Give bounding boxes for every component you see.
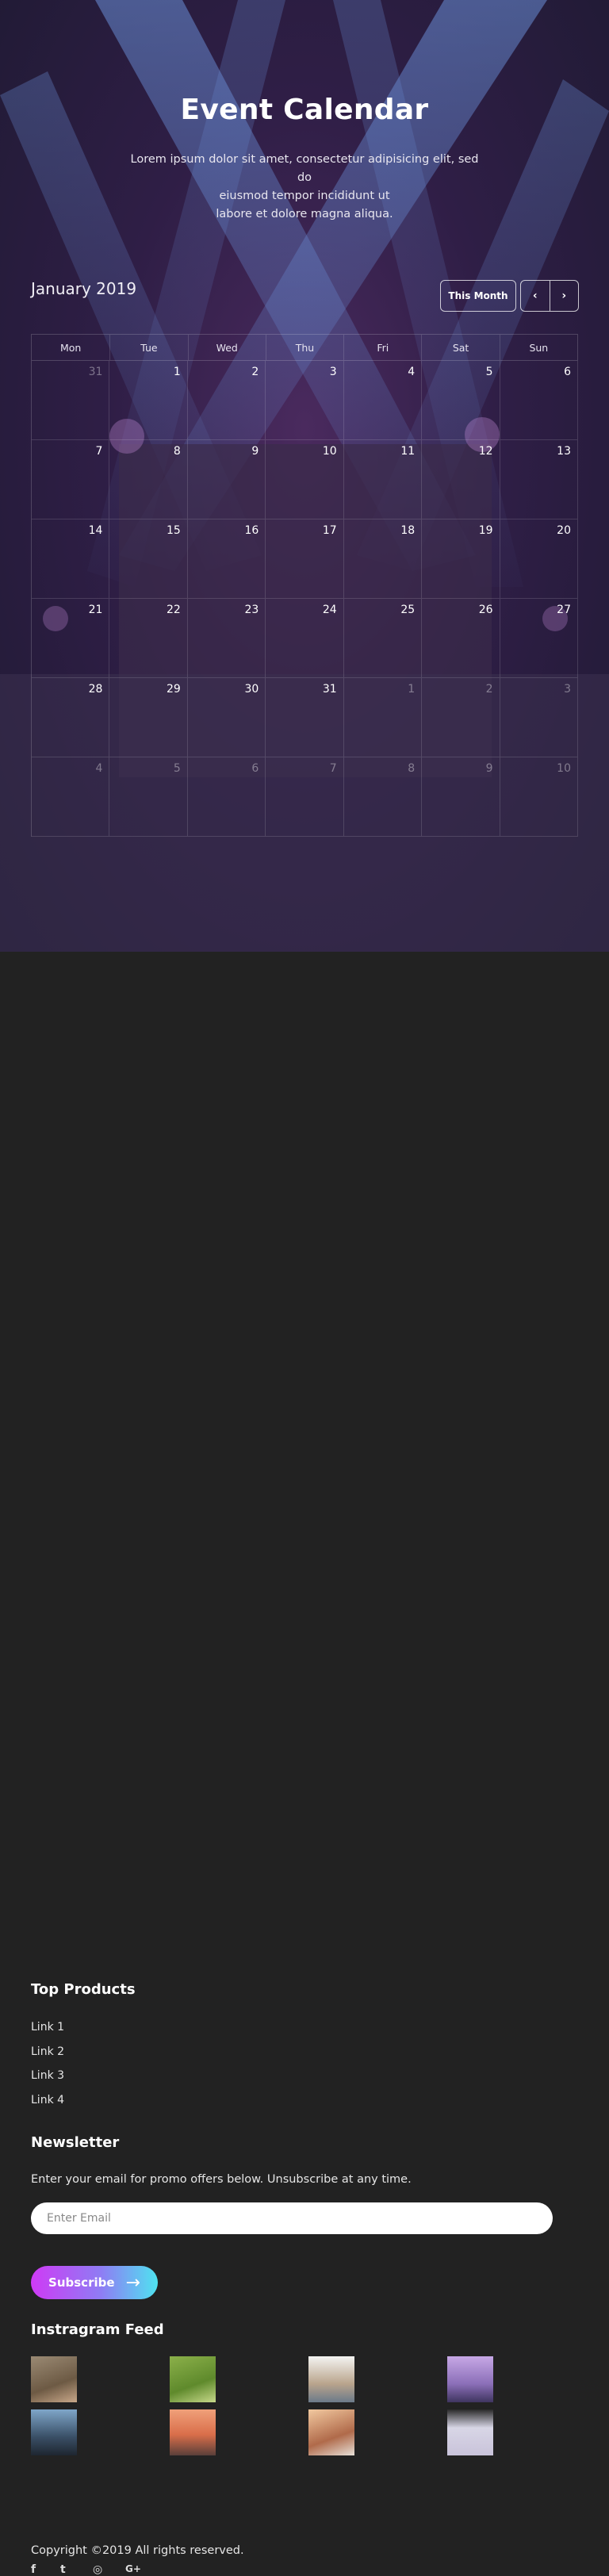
hero-description-line: eiusmod tempor incididunt ut	[219, 190, 390, 202]
copyright-text: Copyright ©2019 All rights reserved.	[31, 2544, 244, 2557]
calendar-day-cell[interactable]: 21	[32, 599, 110, 678]
calendar-day-cell[interactable]: 23	[187, 599, 266, 678]
calendar-grid: Mon Tue Wed Thu Fri Sat Sun 31 1 2 3 4 5 6 7 8 9 1…	[31, 334, 578, 837]
calendar-day-cell[interactable]: 16	[187, 519, 266, 599]
instagram-photo[interactable]	[170, 2356, 216, 2402]
calendar-day-cell[interactable]: 9	[187, 440, 266, 519]
instagram-photo[interactable]	[447, 2409, 493, 2455]
calendar-day-cell[interactable]: 5	[109, 757, 188, 837]
page-title: Event Calendar	[180, 94, 429, 126]
calendar-day-cell[interactable]: 7	[266, 757, 344, 837]
weekday-header: Tue	[109, 335, 187, 360]
footer-link[interactable]: Link 4	[31, 2094, 64, 2106]
calendar-day-cell[interactable]: 9	[422, 757, 500, 837]
instagram-photo[interactable]	[31, 2356, 77, 2402]
calendar-day-cell[interactable]: 11	[343, 440, 423, 519]
google-plus-icon[interactable]: G+	[125, 2563, 141, 2574]
month-navigation: ‹ ›	[520, 280, 579, 312]
calendar-day-cell[interactable]: 2	[422, 678, 500, 757]
footer-link[interactable]: Link 3	[31, 2069, 64, 2082]
instagram-photo[interactable]	[308, 2356, 354, 2402]
facebook-icon[interactable]: f	[31, 2563, 36, 2576]
calendar-day-cell[interactable]: 4	[343, 361, 423, 440]
calendar-day-cell[interactable]: 29	[109, 678, 188, 757]
subscribe-button[interactable]: Subscribe →	[31, 2266, 158, 2299]
calendar-day-cell[interactable]: 31	[32, 361, 110, 440]
calendar-day-cell[interactable]: 25	[343, 599, 423, 678]
calendar-day-cell[interactable]: 10	[500, 757, 578, 837]
calendar-day-cell[interactable]: 8	[343, 757, 423, 837]
footer-link[interactable]: Link 2	[31, 2045, 64, 2058]
calendar-day-cell[interactable]: 15	[109, 519, 188, 599]
weekday-header: Sat	[421, 335, 499, 360]
calendar-day-cell[interactable]: 3	[500, 678, 578, 757]
calendar-day-cell[interactable]: 3	[266, 361, 344, 440]
hero-section: Event Calendar Lorem ipsum dolor sit ame…	[0, 0, 609, 952]
calendar-day-cell[interactable]: 13	[500, 440, 578, 519]
weekday-header: Fri	[343, 335, 421, 360]
chevron-right-icon: ›	[561, 289, 567, 302]
hero-description-line: Lorem ipsum dolor sit amet, consectetur …	[130, 153, 479, 184]
instagram-photo[interactable]	[31, 2409, 77, 2455]
this-month-button[interactable]: This Month	[440, 280, 516, 312]
calendar-days: 31 1 2 3 4 5 6 7 8 9 10 11 12 13 14 15 16 17 18 19 20 21 22 23 2…	[31, 361, 578, 837]
weekday-header: Thu	[265, 335, 343, 360]
newsletter-heading: Newsletter	[31, 2134, 120, 2151]
calendar-day-cell[interactable]: 27	[500, 599, 578, 678]
calendar-day-cell[interactable]: 18	[343, 519, 423, 599]
weekday-header: Mon	[59, 341, 82, 354]
calendar-day-cell[interactable]: 14	[32, 519, 110, 599]
calendar-day-cell[interactable]: 22	[109, 599, 188, 678]
next-month-button[interactable]: ›	[549, 281, 579, 311]
calendar-day-cell[interactable]: 6	[500, 361, 578, 440]
newsletter-description: Enter your email for promo offers below.…	[31, 2173, 412, 2186]
twitter-icon[interactable]: t	[60, 2563, 66, 2576]
weekday-header: Wed	[187, 335, 266, 360]
footer-link[interactable]: Link 1	[31, 2021, 64, 2034]
calendar-day-cell[interactable]: 28	[32, 678, 110, 757]
instagram-photo[interactable]	[170, 2409, 216, 2455]
calendar-day-cell[interactable]: 4	[32, 757, 110, 837]
calendar-day-cell[interactable]: 31	[266, 678, 344, 757]
calendar-day-cell[interactable]: 19	[422, 519, 500, 599]
calendar-day-cell[interactable]: 17	[266, 519, 344, 599]
instagram-photo[interactable]	[447, 2356, 493, 2402]
current-month-label: January 2019	[31, 279, 137, 298]
email-input[interactable]: Enter Email	[31, 2202, 553, 2234]
instagram-heading: Instragram Feed	[31, 2321, 164, 2338]
subscribe-label: Subscribe	[48, 2275, 115, 2290]
weekday-header: Sun	[499, 335, 577, 360]
hero-description-line: labore et dolore magna aliqua.	[216, 208, 393, 220]
chevron-left-icon: ‹	[532, 289, 538, 302]
weekday-header-row: Mon Tue Wed Thu Fri Sat Sun	[31, 334, 578, 361]
instagram-icon[interactable]: ◎	[93, 2563, 102, 2576]
calendar-day-cell[interactable]: 8	[109, 440, 188, 519]
calendar-day-cell[interactable]: 5	[422, 361, 500, 440]
calendar-day-cell[interactable]: 20	[500, 519, 578, 599]
prev-month-button[interactable]: ‹	[521, 281, 550, 311]
arrow-right-icon: →	[125, 2272, 140, 2293]
calendar-day-cell[interactable]: 10	[266, 440, 344, 519]
calendar-day-cell[interactable]: 2	[187, 361, 266, 440]
top-products-heading: Top Products	[31, 1981, 136, 1998]
calendar-day-cell[interactable]: 7	[32, 440, 110, 519]
calendar-day-cell[interactable]: 30	[187, 678, 266, 757]
calendar-day-cell[interactable]: 24	[266, 599, 344, 678]
calendar-day-cell[interactable]: 1	[109, 361, 188, 440]
calendar-day-cell[interactable]: 12	[422, 440, 500, 519]
calendar-day-cell[interactable]: 26	[422, 599, 500, 678]
hero-description: Lorem ipsum dolor sit amet, consectetur …	[127, 151, 482, 224]
instagram-photo[interactable]	[308, 2409, 354, 2455]
calendar-day-cell[interactable]: 1	[343, 678, 423, 757]
calendar-day-cell[interactable]: 6	[187, 757, 266, 837]
